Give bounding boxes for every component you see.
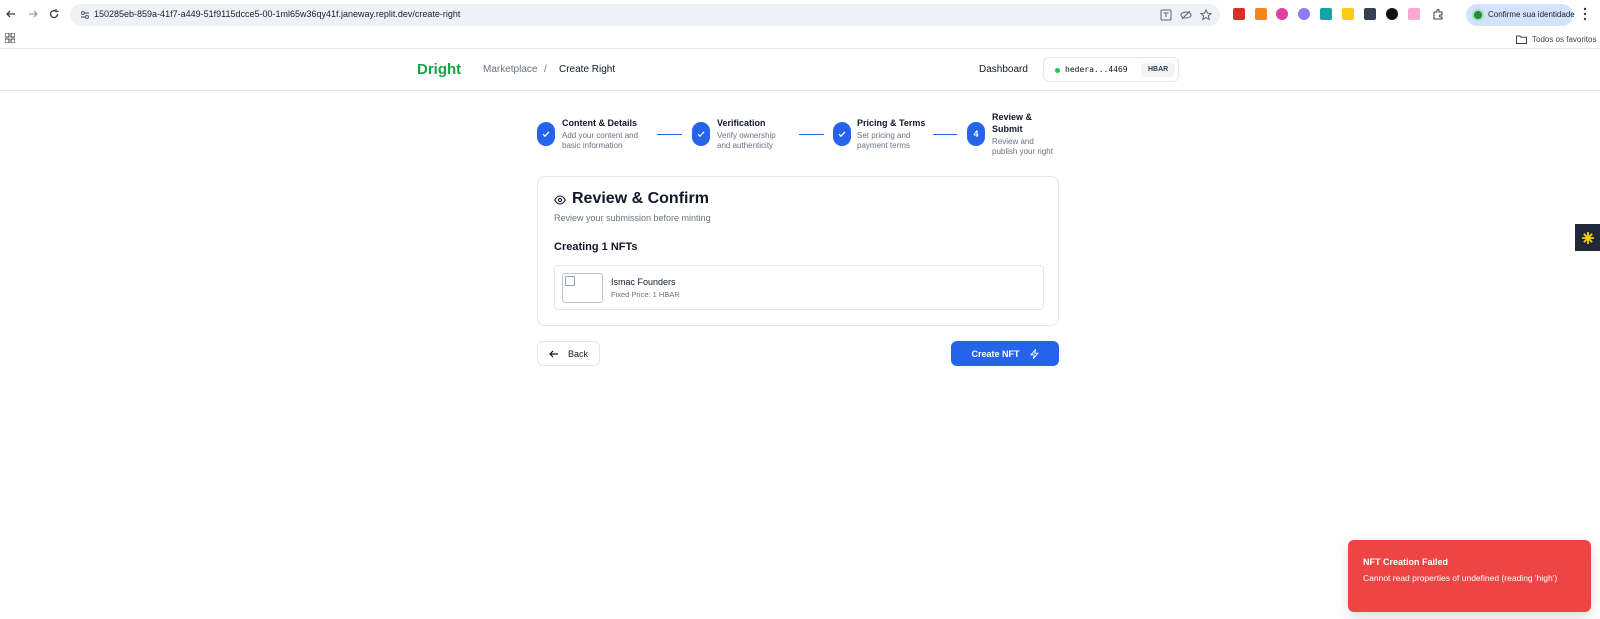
back-button[interactable]: Back: [537, 341, 600, 366]
review-card: Review & Confirm Review your submission …: [537, 176, 1059, 326]
step-2-desc: and authenticity: [717, 141, 774, 150]
connected-status-dot: [1055, 68, 1060, 73]
breadcrumb-separator: /: [544, 64, 547, 75]
step-3-check-icon: [833, 122, 851, 146]
extension-icon[interactable]: [1298, 8, 1310, 20]
step-2-desc: Verify ownership: [717, 131, 776, 140]
extension-icon[interactable]: [1408, 8, 1420, 20]
step-1-desc: Add your content and: [562, 131, 639, 140]
step-4-desc: Review and: [992, 137, 1034, 146]
eye-icon: [554, 195, 566, 205]
wallet-button[interactable]: hedera...4469 HBAR: [1043, 57, 1179, 82]
dashboard-link[interactable]: Dashboard: [979, 64, 1028, 75]
breadcrumb-current: Create Right: [559, 64, 616, 75]
sparkle-icon: [1581, 231, 1594, 244]
list-item: Ismac Founders Fixed Price: 1 HBAR: [554, 265, 1044, 310]
lightning-icon: [1029, 348, 1039, 359]
all-bookmarks-folder[interactable]: Todos os favoritos: [1516, 32, 1596, 46]
extension-icon[interactable]: [1342, 8, 1354, 20]
back-arrow-icon[interactable]: [2, 5, 20, 23]
review-title: Review & Confirm: [572, 190, 709, 207]
network-badge: HBAR: [1141, 63, 1176, 77]
nft-count-label: Creating 1 NFTs: [554, 241, 638, 253]
step-2-title: Verification: [717, 118, 766, 128]
breadcrumb-marketplace[interactable]: Marketplace: [483, 64, 537, 75]
step-3-desc: payment terms: [857, 141, 910, 150]
address-bar[interactable]: 150285eb-859a-41f7-a449-51f9115dcce5-00-…: [70, 4, 1220, 26]
broken-image-thumbnail: [562, 273, 603, 303]
step-4-desc: publish your right: [992, 147, 1053, 156]
folder-icon: [1516, 35, 1527, 44]
bookmarks-folder-label: Todos os favoritos: [1532, 34, 1597, 44]
translate-icon[interactable]: [1160, 9, 1172, 21]
step-1-desc: basic information: [562, 141, 623, 150]
extension-icon[interactable]: [1386, 8, 1398, 20]
review-subtitle: Review your submission before minting: [554, 213, 711, 223]
metamask-extension-icon[interactable]: [1255, 8, 1267, 20]
extensions-puzzle-icon[interactable]: [1432, 8, 1444, 20]
wallet-address: hedera...4469: [1065, 65, 1128, 74]
step-connector: [799, 134, 824, 135]
back-label: Back: [567, 348, 588, 359]
step-4-title: Review &: [992, 112, 1033, 122]
profile-label: Confirme sua identidade: [1488, 10, 1575, 19]
step-connector: [657, 134, 682, 135]
toast-message: Cannot read properties of undefined (rea…: [1363, 573, 1558, 583]
site-settings-icon[interactable]: [78, 8, 92, 22]
item-price: Fixed Price: 1 HBAR: [611, 290, 680, 299]
forward-arrow-icon[interactable]: [24, 5, 42, 23]
step-2-check-icon: [692, 122, 710, 146]
create-nft-button[interactable]: Create NFT: [951, 341, 1059, 366]
apps-grid-icon[interactable]: [5, 33, 15, 43]
item-name: Ismac Founders: [611, 277, 676, 287]
arrow-left-icon: [549, 350, 558, 357]
bookmarks-bar: Todos os favoritos: [0, 29, 1600, 49]
app-header: Dright Marketplace / Create Right Dashbo…: [0, 50, 1600, 91]
error-toast[interactable]: NFT Creation Failed Cannot read properti…: [1348, 540, 1591, 612]
brand-logo[interactable]: Dright: [417, 61, 461, 78]
reload-icon[interactable]: [45, 5, 63, 23]
bookmark-star-icon[interactable]: [1200, 9, 1212, 21]
step-1-check-icon: [537, 122, 555, 146]
extension-icon[interactable]: [1364, 8, 1376, 20]
step-4-number: 4: [967, 122, 985, 146]
create-label: Create NFT: [971, 348, 1020, 359]
extension-icon[interactable]: [1233, 8, 1245, 20]
step-1-title: Content & Details: [562, 118, 638, 128]
extension-icon[interactable]: [1276, 8, 1288, 20]
side-widget-tab[interactable]: [1575, 224, 1600, 251]
browser-toolbar: 150285eb-859a-41f7-a449-51f9115dcce5-00-…: [0, 0, 1600, 29]
step-3-desc: Set pricing and: [857, 131, 911, 140]
step-3-title: Pricing & Terms: [857, 118, 926, 128]
extension-icon[interactable]: [1320, 8, 1332, 20]
step-connector: [933, 134, 957, 135]
more-menu-icon[interactable]: [1583, 7, 1587, 21]
profile-button[interactable]: Confirme sua identidade: [1466, 4, 1575, 26]
toast-title: NFT Creation Failed: [1363, 557, 1449, 567]
avatar: [1472, 9, 1484, 21]
step-4-title: Submit: [992, 124, 1023, 134]
eye-off-icon[interactable]: [1180, 9, 1192, 21]
url-text[interactable]: 150285eb-859a-41f7-a449-51f9115dcce5-00-…: [94, 9, 460, 19]
